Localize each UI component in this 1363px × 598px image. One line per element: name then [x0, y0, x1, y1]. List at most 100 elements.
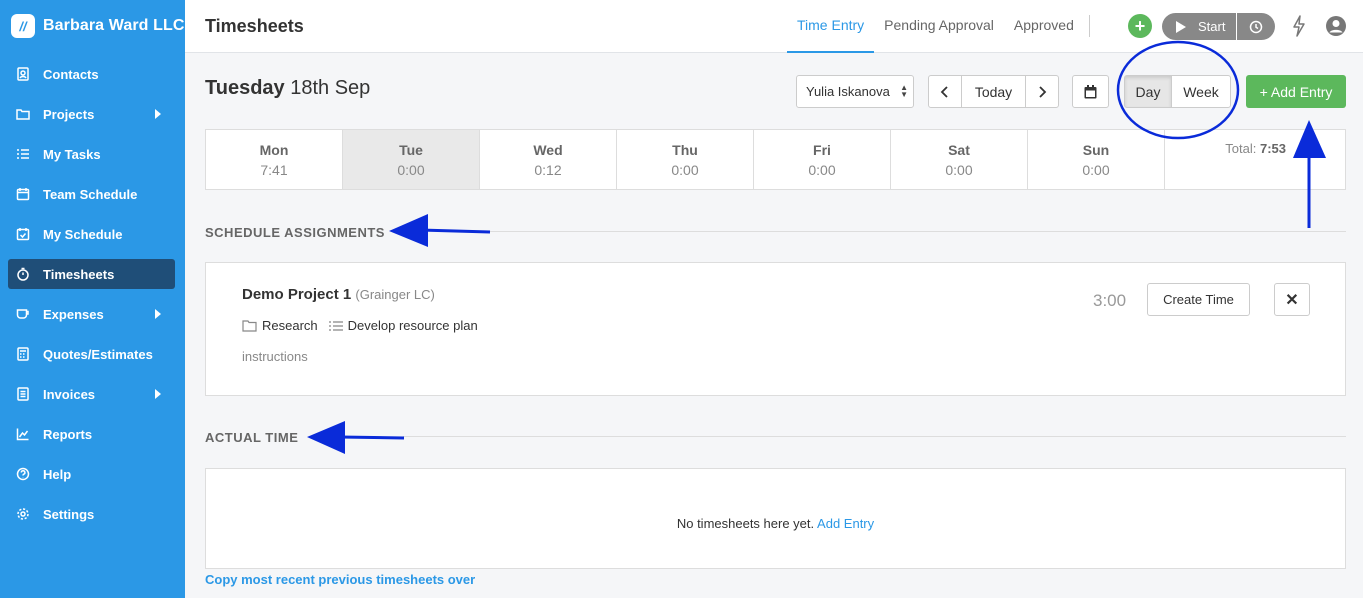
week-total: Total: 7:53 [1165, 130, 1345, 189]
day-view-button[interactable]: Day [1124, 75, 1172, 108]
section-divider [490, 231, 1346, 232]
sidebar-item-reports[interactable]: Reports [0, 414, 185, 454]
week-day-name: Fri [813, 142, 831, 158]
sidebar-item-expenses[interactable]: Expenses [0, 294, 185, 334]
sidebar-item-my-tasks[interactable]: My Tasks [0, 134, 185, 174]
chevron-right-icon [1039, 85, 1047, 98]
sidebar-item-my-schedule[interactable]: My Schedule [0, 214, 185, 254]
project-category: Research [262, 318, 318, 333]
week-day-time: 0:00 [808, 162, 836, 178]
week-day-time: 7:41 [260, 162, 288, 178]
week-day-fri[interactable]: Fri 0:00 [754, 130, 891, 189]
empty-state-text: No timesheets here yet. [676, 516, 815, 531]
tabs: Time Entry Pending Approval Approved [787, 0, 1084, 53]
add-entry-button[interactable]: + Add Entry [1246, 75, 1346, 108]
calendar-check-icon [16, 227, 30, 241]
folder-open-icon [242, 319, 257, 332]
week-day-sat[interactable]: Sat 0:00 [891, 130, 1028, 189]
sidebar-item-label: Quotes/Estimates [43, 346, 153, 362]
caret-right-icon [155, 309, 161, 319]
dismiss-assignment-button[interactable]: ✕ [1274, 283, 1310, 316]
tasks-icon [16, 147, 30, 161]
week-view-button[interactable]: Week [1171, 75, 1231, 108]
week-day-time: 0:00 [945, 162, 973, 178]
project-title: Demo Project 1 (Grainger LC) [242, 286, 435, 303]
bolt-icon[interactable] [1291, 15, 1307, 37]
previous-day-button[interactable] [928, 75, 962, 108]
user-select[interactable]: Yulia Iskanova ▲ ▼ [796, 75, 914, 108]
week-day-tue[interactable]: Tue 0:00 [343, 130, 480, 189]
select-arrows-icon: ▲ ▼ [900, 83, 908, 99]
week-strip: Mon 7:41 Tue 0:00 Wed 0:12 Thu 0:00 Fri … [205, 129, 1346, 190]
timer-history-button[interactable] [1237, 13, 1275, 40]
sidebar-item-invoices[interactable]: Invoices [0, 374, 185, 414]
tab-pending-approval[interactable]: Pending Approval [874, 0, 1004, 53]
calculator-icon [16, 347, 30, 361]
sidebar-item-label: Timesheets [43, 266, 115, 282]
sidebar-item-label: Help [43, 466, 72, 482]
project-task: Develop resource plan [347, 318, 478, 333]
sidebar-item-label: Reports [43, 426, 93, 442]
brand[interactable]: // Barbara Ward LLC [0, 0, 185, 52]
contacts-icon [16, 67, 30, 81]
calendar-icon [1084, 84, 1097, 98]
start-label: Start [1198, 19, 1226, 34]
sidebar-item-timesheets[interactable]: Timesheets [8, 259, 175, 289]
project-meta: Research Develop resource plan [242, 318, 478, 333]
project-notes: instructions [242, 349, 308, 364]
user-avatar-icon[interactable] [1325, 15, 1347, 37]
sidebar-nav: Contacts Projects My Tasks Team Schedule… [0, 54, 185, 534]
sidebar-item-team-schedule[interactable]: Team Schedule [0, 174, 185, 214]
brand-name: Barbara Ward LLC [43, 17, 185, 34]
brand-logo-icon: // [11, 14, 35, 38]
start-timer-button[interactable]: Start [1162, 13, 1236, 40]
today-button[interactable]: Today [961, 75, 1026, 108]
sidebar-item-projects[interactable]: Projects [0, 94, 185, 134]
week-day-name: Thu [672, 142, 698, 158]
week-day-mon[interactable]: Mon 7:41 [206, 130, 343, 189]
divider [1089, 15, 1090, 37]
week-day-sun[interactable]: Sun 0:00 [1028, 130, 1165, 189]
sidebar-item-help[interactable]: Help [0, 454, 185, 494]
sidebar-item-contacts[interactable]: Contacts [0, 54, 185, 94]
sidebar-item-settings[interactable]: Settings [0, 494, 185, 534]
copy-previous-timesheets-link[interactable]: Copy most recent previous timesheets ove… [205, 572, 475, 587]
project-name: Demo Project 1 [242, 286, 352, 303]
week-day-name: Sat [948, 142, 970, 158]
week-total-value: 7:53 [1259, 141, 1286, 156]
schedule-assignment-card: Demo Project 1 (Grainger LC) Research De… [205, 262, 1346, 396]
list-icon [328, 320, 343, 331]
sidebar-item-label: Expenses [43, 306, 104, 322]
folder-icon [16, 107, 30, 121]
tab-approved[interactable]: Approved [1004, 0, 1084, 53]
week-day-time: 0:00 [397, 162, 425, 178]
quick-add-button[interactable]: + [1128, 14, 1152, 38]
week-day-thu[interactable]: Thu 0:00 [617, 130, 754, 189]
sidebar-item-quotes-estimates[interactable]: Quotes/Estimates [0, 334, 185, 374]
next-day-button[interactable] [1025, 75, 1059, 108]
sidebar: // Barbara Ward LLC Contacts Projects My… [0, 0, 185, 598]
date-weekday: Tuesday [205, 77, 285, 99]
week-day-wed[interactable]: Wed 0:12 [480, 130, 617, 189]
clock-icon [1249, 20, 1263, 33]
sidebar-item-label: Team Schedule [43, 186, 138, 202]
caret-right-icon [155, 109, 161, 119]
date-heading: Tuesday 18th Sep [205, 77, 370, 100]
calendar-icon [16, 187, 30, 201]
main-content: Tuesday 18th Sep Yulia Iskanova ▲ ▼ Today… [185, 53, 1363, 598]
user-select-value: Yulia Iskanova [806, 84, 890, 99]
section-divider [403, 436, 1346, 437]
week-day-name: Mon [259, 142, 289, 158]
sidebar-item-label: Invoices [43, 386, 96, 402]
week-day-time: 0:00 [671, 162, 699, 178]
schedule-assignments-heading: SCHEDULE ASSIGNMENTS [205, 225, 385, 240]
create-time-button[interactable]: Create Time [1147, 283, 1250, 316]
add-entry-link[interactable]: Add Entry [817, 516, 874, 531]
date-rest: 18th Sep [290, 77, 371, 99]
stopwatch-icon [16, 267, 30, 281]
sidebar-item-label: Contacts [43, 66, 99, 82]
tab-time-entry[interactable]: Time Entry [787, 0, 875, 53]
calendar-picker-button[interactable] [1072, 75, 1109, 108]
help-icon [16, 467, 30, 481]
caret-right-icon [155, 389, 161, 399]
